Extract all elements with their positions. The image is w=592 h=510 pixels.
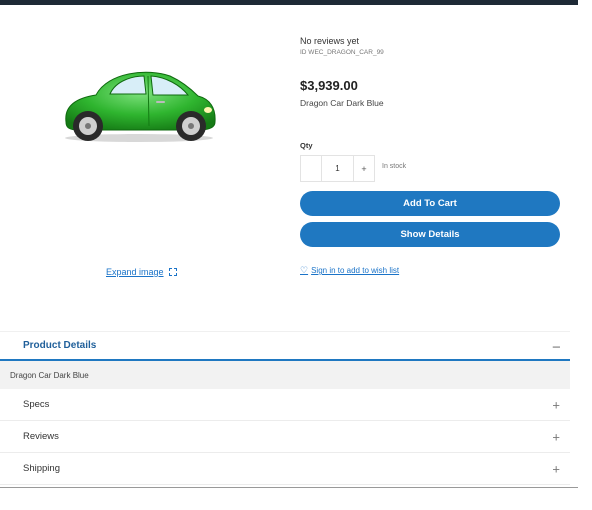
product-name: Dragon Car Dark Blue	[300, 98, 384, 108]
reviews-section[interactable]: Reviews +	[0, 421, 570, 453]
qty-input[interactable]: 1	[321, 156, 354, 181]
collapse-icon[interactable]: –	[553, 338, 560, 353]
specs-section[interactable]: Specs +	[0, 389, 570, 421]
product-details-accordion: Product Details – Dragon Car Dark Blue S…	[0, 331, 570, 485]
show-details-button[interactable]: Show Details	[300, 222, 560, 247]
specs-title: Specs	[23, 399, 50, 410]
qty-label: Qty	[300, 141, 313, 150]
expand-image-label: Expand image	[106, 267, 164, 277]
heart-icon: ♡	[300, 265, 309, 275]
wishlist-link[interactable]: ♡ Sign in to add to wish list	[300, 265, 399, 276]
stock-status: In stock	[382, 163, 407, 170]
expand-specs-icon[interactable]: +	[552, 397, 560, 412]
product-sku: ID WEC_DRAGON_CAR_99	[300, 49, 384, 56]
shipping-section[interactable]: Shipping +	[0, 453, 570, 485]
quantity-stepper: 1 +	[300, 155, 375, 182]
qty-increase-button[interactable]: +	[354, 156, 374, 181]
product-details-title: Product Details	[23, 340, 97, 351]
wishlist-label: Sign in to add to wish list	[311, 266, 400, 275]
product-details-header[interactable]: Product Details –	[0, 331, 570, 361]
add-to-cart-button[interactable]: Add To Cart	[300, 191, 560, 216]
reviews-title: Reviews	[23, 431, 59, 442]
product-price: $3,939.00	[300, 78, 358, 93]
expand-image-link[interactable]: Expand image	[106, 267, 177, 277]
qty-decrease-button[interactable]	[301, 156, 321, 181]
reviews-count: No reviews yet	[300, 36, 360, 46]
divider	[0, 487, 578, 488]
expand-shipping-icon[interactable]: +	[552, 461, 560, 476]
product-image-panel: Expand image	[0, 5, 285, 295]
shipping-title: Shipping	[23, 463, 60, 474]
expand-reviews-icon[interactable]: +	[552, 429, 560, 444]
product-image[interactable]	[58, 60, 220, 144]
expand-icon	[168, 268, 177, 276]
product-details-body: Dragon Car Dark Blue	[0, 361, 570, 389]
